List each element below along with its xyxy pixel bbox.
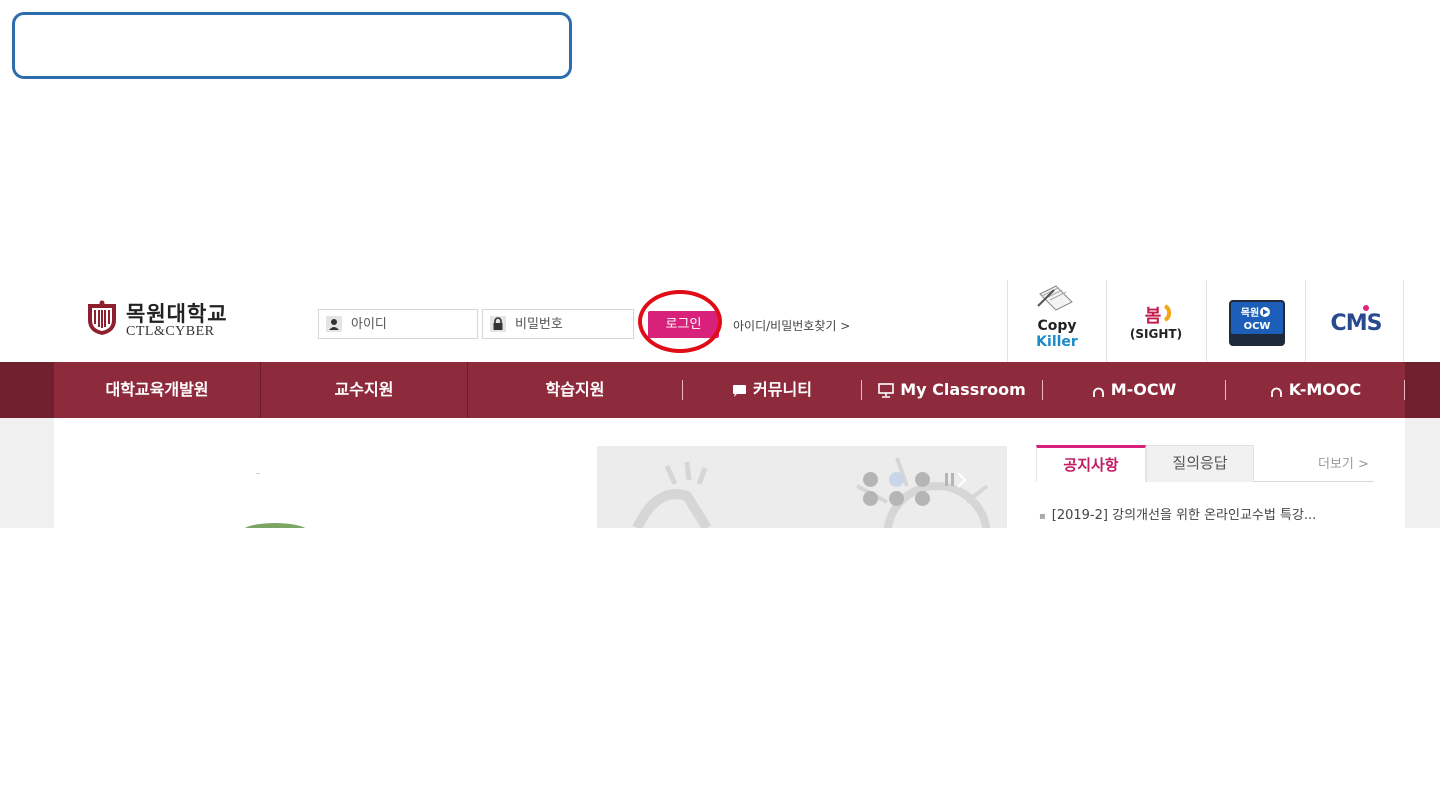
- slider-dot[interactable]: [915, 491, 930, 506]
- bom-sight-icon: 봄 (SIGHT): [1130, 304, 1182, 341]
- logo-subtitle: CTL&CYBER: [126, 324, 215, 339]
- nav-label: 학습지원: [545, 380, 605, 399]
- chat-bubble-icon: [733, 385, 747, 397]
- highlight-circle: [638, 290, 722, 353]
- cms-link[interactable]: CMS: [1305, 280, 1404, 362]
- copykiller-icon: Copy Killer: [1036, 285, 1078, 350]
- nav-label: 커뮤니티: [753, 380, 812, 399]
- svg-text:목원: 목원: [1241, 306, 1259, 319]
- svg-text:봄: 봄: [1145, 306, 1162, 327]
- nav-label: 대학교육개발원: [105, 380, 209, 399]
- svg-text:Killer: Killer: [1036, 334, 1078, 350]
- ocw-link[interactable]: 목원 OCW: [1206, 280, 1305, 362]
- nav-item-community[interactable]: 커뮤니티: [683, 362, 861, 418]
- tab-notice[interactable]: 공지사항: [1036, 445, 1146, 482]
- nav-edge-left: [0, 362, 54, 418]
- slider-dot[interactable]: [889, 491, 904, 506]
- nav-label: K-MOOC: [1288, 380, 1362, 399]
- nav-item-my-classroom[interactable]: My Classroom: [862, 362, 1042, 418]
- nav-divider: [1404, 380, 1405, 400]
- nav-label: M-OCW: [1110, 380, 1177, 399]
- nav-item-k-mooc[interactable]: K-MOOC: [1226, 362, 1405, 418]
- nav-edge-right: [1405, 362, 1440, 418]
- copykiller-link[interactable]: Copy Killer: [1007, 280, 1106, 362]
- nav-label: 교수지원: [334, 380, 394, 399]
- decorative-mark: [256, 473, 260, 474]
- bullet-icon: ▪: [1039, 511, 1046, 522]
- slider-dot[interactable]: [863, 472, 878, 487]
- annotation-callout-box: [12, 12, 572, 79]
- nav-item-faculty-support[interactable]: 교수지원: [261, 362, 467, 418]
- university-emblem-icon: [88, 300, 116, 335]
- pause-icon[interactable]: [945, 472, 973, 488]
- svg-text:OCW: OCW: [1244, 321, 1271, 332]
- slider-dot[interactable]: [863, 491, 878, 506]
- nav-label: My Classroom: [900, 380, 1026, 399]
- main-navigation: 대학교육개발원 교수지원 학습지원 커뮤니티 My Classroom M-OC…: [0, 362, 1440, 418]
- more-link[interactable]: 더보기 >: [1318, 453, 1369, 472]
- id-input[interactable]: [351, 310, 471, 338]
- site-logo[interactable]: 목원대학교 CTL&CYBER: [86, 298, 256, 342]
- tab-underline: [1254, 481, 1374, 482]
- tab-qna[interactable]: 질의응답: [1146, 445, 1254, 482]
- nav-item-m-ocw[interactable]: M-OCW: [1043, 362, 1225, 418]
- ocw-icon: 목원 OCW: [1229, 300, 1285, 346]
- bom-sight-link[interactable]: 봄 (SIGHT): [1106, 280, 1205, 362]
- svg-text:Copy: Copy: [1037, 318, 1076, 334]
- find-id-password-link[interactable]: 아이디/비밀번호찾기 >: [733, 317, 850, 334]
- headphones-icon: [1270, 387, 1282, 397]
- list-item[interactable]: ▪ [2019-2] 강의개선을 위한 온라인교수법 특강...: [1039, 504, 1316, 523]
- user-icon: [326, 316, 342, 332]
- headphones-icon: [1092, 387, 1104, 397]
- password-field[interactable]: [482, 309, 635, 339]
- notice-title: [2019-2] 강의개선을 위한 온라인교수법 특강...: [1051, 508, 1317, 523]
- svg-text:(SIGHT): (SIGHT): [1130, 327, 1182, 341]
- slider-dot-active[interactable]: [889, 472, 904, 487]
- lock-icon: [490, 316, 506, 332]
- monitor-icon: [878, 383, 895, 398]
- nav-item-education-dev[interactable]: 대학교육개발원: [54, 362, 260, 418]
- website-screenshot: 목원대학교 CTL&CYBER 로그인 아이디/비밀번호찾기 > Copy Ki…: [0, 280, 1440, 528]
- svg-text:CMS: CMS: [1331, 311, 1382, 336]
- nav-item-learning-support[interactable]: 학습지원: [468, 362, 682, 418]
- password-input[interactable]: [515, 310, 635, 338]
- id-field[interactable]: [318, 309, 478, 339]
- cms-icon: CMS: [1331, 305, 1383, 336]
- main-banner[interactable]: [597, 446, 1007, 528]
- slider-dot[interactable]: [915, 472, 930, 487]
